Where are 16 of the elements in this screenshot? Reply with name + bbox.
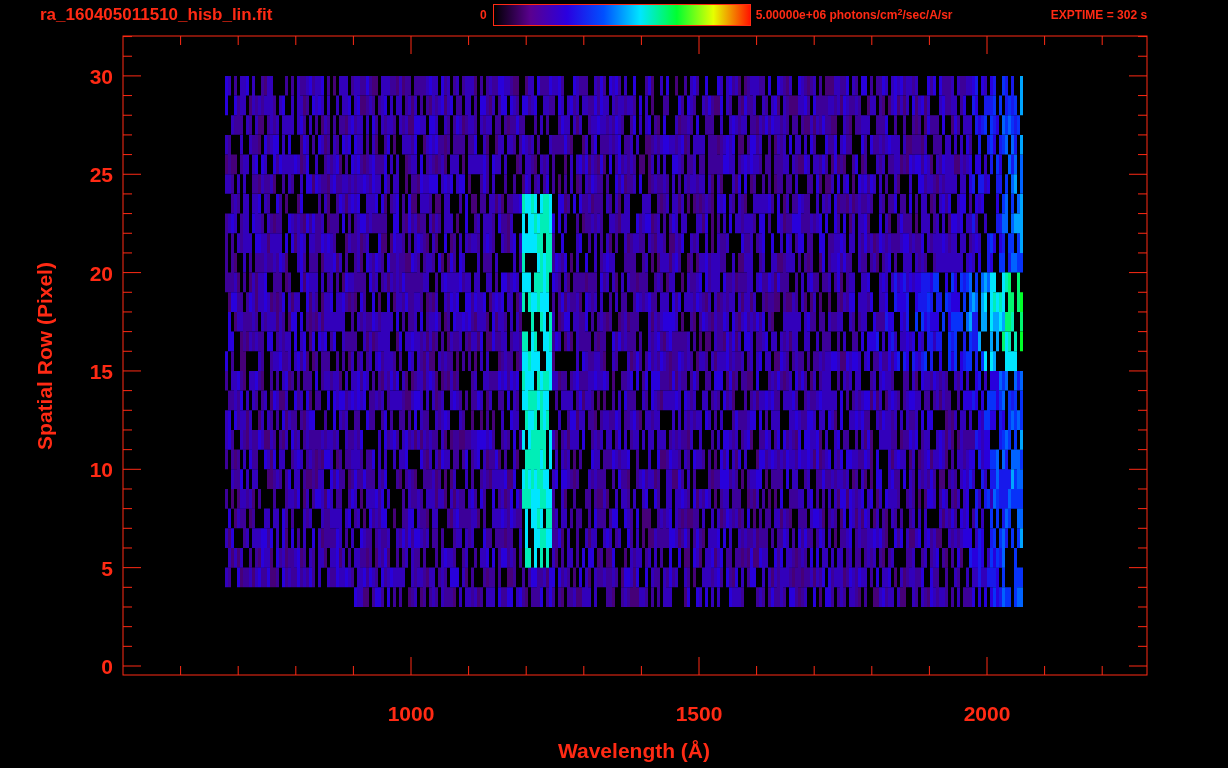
x-tick-label: 1000 bbox=[387, 702, 435, 725]
colorbar-min-label: 0 bbox=[480, 7, 487, 24]
y-axis-label: Spatial Row (Pixel) bbox=[33, 262, 56, 450]
y-tick-label: 25 bbox=[89, 163, 113, 187]
x-tick-label: 2000 bbox=[963, 702, 1011, 725]
y-tick-label: 0 bbox=[101, 655, 113, 678]
exposure-time: EXPTIME = 302 s bbox=[1050, 7, 1148, 24]
y-tick-label: 20 bbox=[89, 261, 113, 285]
x-axis-label: Wavelength (Å) bbox=[557, 739, 711, 762]
y-tick-label: 5 bbox=[101, 556, 113, 580]
x-tick-label: 1500 bbox=[675, 702, 723, 725]
y-tick-label: 30 bbox=[89, 64, 113, 88]
file-name: ra_160405011510_hisb_lin.fit bbox=[40, 4, 274, 27]
y-tick-label: 15 bbox=[89, 359, 113, 383]
y-tick-label: 10 bbox=[89, 458, 113, 482]
colorbar-max-label: 5.00000e+06 photons/cm$^{2}$/sec/A/sr bbox=[755, 6, 954, 24]
